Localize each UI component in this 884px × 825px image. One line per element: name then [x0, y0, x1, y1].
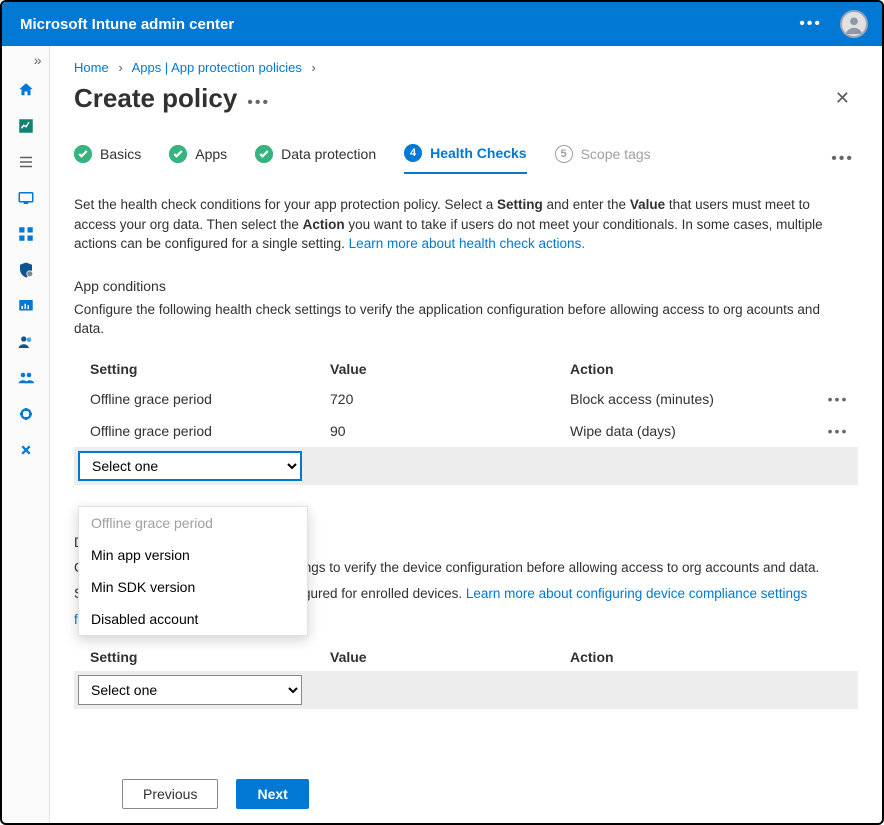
nav-dashboard[interactable]: [8, 112, 44, 140]
table-row: Offline grace period 720 Block access (m…: [74, 383, 858, 415]
step-label: Health Checks: [430, 145, 526, 161]
dropdown-item-disabled-account[interactable]: Disabled account: [79, 603, 307, 635]
close-icon[interactable]: ✕: [827, 84, 858, 113]
breadcrumb: Home › Apps | App protection policies ›: [50, 46, 882, 79]
table-row: Offline grace period 90 Wipe data (days)…: [74, 415, 858, 447]
add-device-setting-row: Select one: [74, 671, 858, 709]
step-label: Scope tags: [581, 146, 651, 162]
banner-more-icon[interactable]: •••: [799, 15, 822, 33]
person-icon: [843, 14, 865, 36]
device-conditions-table: Setting Value Action Select one: [74, 643, 858, 709]
col-value: Value: [330, 361, 570, 377]
nav-devices[interactable]: [8, 184, 44, 212]
app-conditions-desc: Configure the following health check set…: [74, 300, 834, 339]
dropdown-item-min-sdk-version[interactable]: Min SDK version: [79, 571, 307, 603]
add-setting-row: Select one: [74, 447, 858, 485]
nav-reports[interactable]: [8, 292, 44, 320]
breadcrumb-home[interactable]: Home: [74, 60, 109, 75]
next-button[interactable]: Next: [236, 779, 308, 809]
previous-button[interactable]: Previous: [122, 779, 218, 809]
nav-home[interactable]: [8, 76, 44, 104]
step-scope-tags[interactable]: 5 Scope tags: [555, 144, 651, 173]
sidebar-collapse-icon[interactable]: »: [2, 52, 50, 68]
nav-security[interactable]: [8, 256, 44, 284]
breadcrumb-apps[interactable]: Apps | App protection policies: [132, 60, 302, 75]
nav-tenant[interactable]: [8, 400, 44, 428]
col-action: Action: [570, 649, 818, 665]
step-label: Data protection: [281, 146, 376, 162]
nav-users[interactable]: [8, 328, 44, 356]
dropdown-item-min-app-version[interactable]: Min app version: [79, 539, 307, 571]
device-compliance-link[interactable]: Learn more about configuring device comp…: [466, 586, 807, 601]
device-setting-select[interactable]: Select one: [78, 675, 302, 705]
product-title: Microsoft Intune admin center: [20, 16, 234, 33]
app-conditions-heading: App conditions: [74, 278, 858, 294]
nav-apps[interactable]: [8, 220, 44, 248]
check-icon: [74, 145, 92, 163]
setting-select[interactable]: Select one: [78, 451, 302, 481]
col-value: Value: [330, 649, 570, 665]
left-sidebar: »: [2, 46, 50, 823]
step-label: Apps: [195, 146, 227, 162]
step-data-protection[interactable]: Data protection: [255, 144, 376, 173]
nav-groups[interactable]: [8, 364, 44, 392]
page-title-more-icon[interactable]: •••: [247, 94, 270, 112]
intro-text: Set the health check conditions for your…: [74, 195, 844, 254]
row-more-icon[interactable]: •••: [818, 391, 858, 407]
page-title: Create policy: [74, 83, 237, 114]
chevron-right-icon: ›: [118, 60, 122, 75]
step-number: 5: [555, 145, 573, 163]
row-more-icon[interactable]: •••: [818, 423, 858, 439]
col-setting: Setting: [90, 649, 330, 665]
cell-action: Block access (minutes): [570, 391, 818, 407]
col-setting: Setting: [90, 361, 330, 377]
learn-more-link[interactable]: Learn more about health check actions.: [349, 236, 585, 251]
wizard-stepper: Basics Apps Data protection 4 Health: [74, 144, 651, 173]
step-health-checks[interactable]: 4 Health Checks: [404, 144, 526, 174]
stepper-more-icon[interactable]: •••: [831, 150, 858, 168]
col-action: Action: [570, 361, 818, 377]
top-banner: Microsoft Intune admin center •••: [2, 2, 882, 46]
nav-list[interactable]: [8, 148, 44, 176]
step-basics[interactable]: Basics: [74, 144, 141, 173]
check-icon: [255, 145, 273, 163]
check-icon: [169, 145, 187, 163]
nav-troubleshoot[interactable]: [8, 436, 44, 464]
app-conditions-table: Setting Value Action Offline grace perio…: [74, 355, 858, 485]
dropdown-item-offline-grace: Offline grace period: [79, 507, 307, 539]
step-number: 4: [404, 144, 422, 162]
cell-setting: Offline grace period: [90, 391, 330, 407]
setting-dropdown: Offline grace period Min app version Min…: [78, 506, 308, 636]
cell-value: 90: [330, 423, 570, 439]
wizard-footer: Previous Next: [122, 779, 309, 809]
cell-action: Wipe data (days): [570, 423, 818, 439]
chevron-right-icon: ›: [312, 60, 316, 75]
cell-setting: Offline grace period: [90, 423, 330, 439]
avatar[interactable]: [840, 10, 868, 38]
step-label: Basics: [100, 146, 141, 162]
step-apps[interactable]: Apps: [169, 144, 227, 173]
cell-value: 720: [330, 391, 570, 407]
